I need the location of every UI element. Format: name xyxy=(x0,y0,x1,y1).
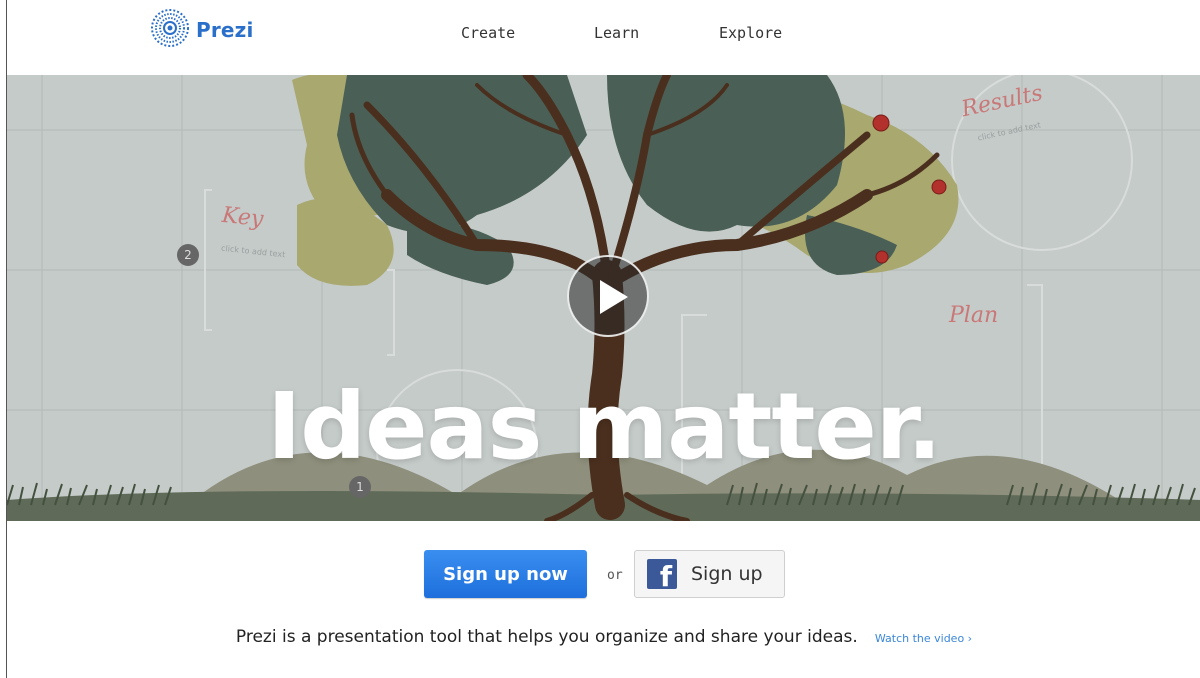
sign-up-now-button[interactable]: Sign up now xyxy=(424,550,587,598)
prezi-logo-icon xyxy=(150,8,190,52)
signup-row: Sign up now or f Sign up xyxy=(7,550,1200,600)
play-icon xyxy=(600,280,628,314)
tagline-row: Prezi is a presentation tool that helps … xyxy=(7,627,1200,647)
nav-explore[interactable]: Explore xyxy=(719,24,782,42)
facebook-sign-up-button[interactable]: f Sign up xyxy=(634,550,785,598)
facebook-icon: f xyxy=(647,559,677,589)
page-frame: Prezi Create Learn Explore Key Results P… xyxy=(6,0,1200,678)
nav-learn[interactable]: Learn xyxy=(594,24,639,42)
or-separator: or xyxy=(607,568,623,583)
site-header: Prezi Create Learn Explore xyxy=(7,0,1200,76)
hero-banner: Key Results Plan click to add text click… xyxy=(7,75,1200,521)
nav-create[interactable]: Create xyxy=(461,24,515,42)
tagline-text: Prezi is a presentation tool that helps … xyxy=(235,627,858,647)
watch-video-link[interactable]: Watch the video › xyxy=(875,632,972,645)
play-video-button[interactable] xyxy=(567,255,649,337)
logo-text: Prezi xyxy=(196,18,254,42)
facebook-icon-glyph: f xyxy=(659,560,672,590)
label-plan: Plan xyxy=(949,303,999,328)
label-key: Key xyxy=(220,202,265,233)
facebook-sign-up-label: Sign up xyxy=(691,563,763,585)
hero-headline: Ideas matter. xyxy=(267,373,942,480)
prezi-logo[interactable]: Prezi xyxy=(150,8,254,52)
step-number-2[interactable]: 2 xyxy=(177,244,199,266)
